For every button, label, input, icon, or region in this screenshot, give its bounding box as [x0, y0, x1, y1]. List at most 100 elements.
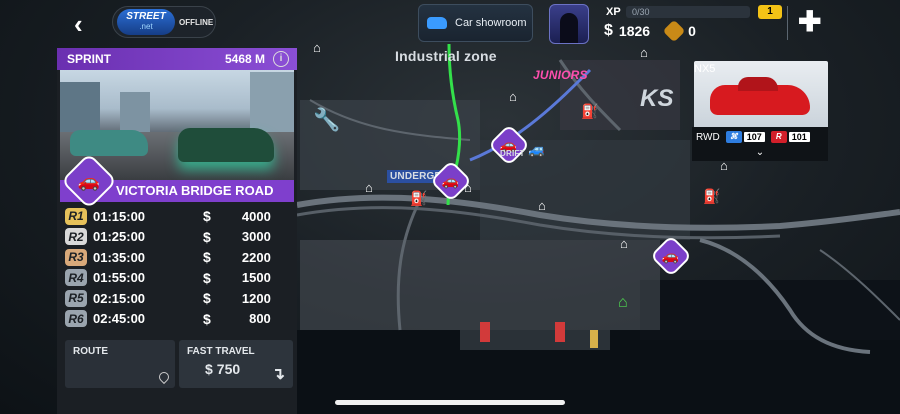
zone-label: Industrial zone: [395, 48, 497, 64]
tier-row: R6 02:45:00 $800: [65, 309, 297, 330]
avatar-silhouette: [560, 13, 578, 43]
tier-row: R2 01:25:00 $3000: [65, 227, 297, 248]
dollar-icon: $: [203, 249, 211, 266]
stat-rating-value: 101: [788, 132, 810, 142]
home-indicator[interactable]: [335, 400, 565, 405]
gold-icon: [662, 19, 686, 43]
tier-badge: R3: [65, 248, 87, 266]
fast-travel-button[interactable]: FAST TRAVEL $ 750 ↴: [179, 340, 293, 388]
house-icon[interactable]: ⌂: [509, 89, 517, 104]
xp-progress-bar: 0/30: [626, 6, 750, 18]
dollar-icon: $: [604, 22, 613, 39]
currency-display: $ 1826 0: [604, 19, 696, 43]
route-button[interactable]: ROUTE: [65, 340, 175, 388]
home-garage-icon[interactable]: ⌂: [618, 294, 628, 312]
selected-car-card[interactable]: NX5 RWD ⌘ 107 R 101 ⌄: [692, 57, 828, 161]
tier-reward-amount: 2200: [241, 249, 271, 265]
xp-label: XP: [606, 6, 621, 18]
avatar[interactable]: [549, 4, 589, 44]
logo-badge: STREET .net: [117, 9, 175, 35]
event-header: SPRINT 5468 M i: [57, 48, 297, 70]
tier-badge: R4: [65, 269, 87, 287]
tier-time: 02:15:00: [93, 290, 146, 306]
top-bar: ‹ STREET .net OFFLINE Car showroom XP 0/…: [0, 0, 900, 48]
drift-label: DRIFT: [500, 149, 525, 158]
tier-row: R3 01:35:00 $2200: [65, 247, 297, 268]
tier-time: 01:15:00: [93, 208, 146, 224]
car-icon: [427, 17, 447, 29]
fuel-icon[interactable]: ⛽: [581, 103, 598, 120]
house-icon[interactable]: ⌂: [620, 236, 628, 251]
tier-reward: $3000: [203, 229, 271, 245]
house-icon[interactable]: ⌂: [538, 198, 546, 213]
car-showroom-button[interactable]: Car showroom: [418, 4, 533, 42]
stat-performance: ⌘ 107: [725, 131, 765, 143]
tier-row: R1 01:15:00 $4000: [65, 206, 297, 227]
tier-reward-amount: 800: [249, 311, 271, 327]
tier-reward: $2200: [203, 249, 271, 265]
building: [250, 72, 294, 132]
tier-reward-amount: 4000: [241, 208, 271, 224]
fuel-icon[interactable]: ⛽: [703, 188, 720, 205]
divider: [787, 6, 788, 40]
tier-badge: R6: [65, 310, 87, 328]
chevron-down-icon[interactable]: ⌄: [692, 147, 828, 161]
street-net-logo[interactable]: STREET .net OFFLINE: [112, 6, 216, 38]
reward-tiers: R1 01:15:00 $4000 R2 01:25:00 $3000 R3 01:35:00…: [57, 202, 297, 329]
tier-time: 01:35:00: [93, 249, 146, 265]
dollar-icon: $: [203, 228, 211, 245]
tier-badge: R1: [65, 207, 87, 225]
house-icon[interactable]: ⌂: [464, 180, 472, 195]
tier-reward: $1500: [203, 270, 271, 286]
dollar-icon: $: [203, 269, 211, 286]
location-pin-icon: [156, 369, 172, 385]
fast-travel-amount: 750: [216, 361, 241, 377]
arrow-down-icon: ↴: [271, 366, 285, 383]
building: [120, 92, 150, 132]
tier-time: 01:55:00: [93, 270, 146, 286]
logo-main: STREET: [126, 11, 166, 22]
info-icon[interactable]: i: [273, 51, 289, 67]
offline-label: OFFLINE: [179, 17, 214, 27]
rival-car: [70, 130, 148, 156]
wrench-icon[interactable]: 🔧: [313, 107, 340, 133]
dollar-icon: $: [205, 361, 213, 377]
stat-chip-icon: ⌘: [725, 131, 742, 143]
tier-time: 02:45:00: [93, 311, 146, 327]
dollar-icon: $: [203, 208, 211, 225]
level-badge: 1: [758, 5, 782, 19]
back-icon[interactable]: ‹: [74, 9, 83, 40]
fast-travel-cost: $ 750: [187, 361, 285, 377]
tier-badge: R2: [65, 228, 87, 246]
route-label: ROUTE: [73, 346, 108, 357]
player-car: [178, 128, 274, 162]
drive-type: RWD: [696, 131, 720, 143]
logo-sub: .net: [139, 22, 153, 31]
juniors-label[interactable]: JUNIORS: [533, 68, 588, 82]
tier-reward-amount: 1500: [241, 270, 271, 286]
car-dealer-icon[interactable]: 🚙: [528, 141, 545, 158]
tier-row: R5 02:15:00 $1200: [65, 288, 297, 309]
building: [60, 82, 100, 132]
add-currency-icon[interactable]: ✚: [798, 8, 821, 36]
stat-performance-value: 107: [743, 132, 765, 142]
fuel-icon[interactable]: ⛽: [410, 190, 427, 207]
stat-chip-icon: R: [770, 131, 787, 143]
tier-badge: R5: [65, 289, 87, 307]
tier-reward: $4000: [203, 208, 271, 224]
dollar-icon: $: [203, 290, 211, 307]
red-car: [710, 77, 810, 115]
xp-progress-text: 0/30: [632, 7, 650, 17]
cash-amount: 1826: [618, 23, 651, 39]
fast-travel-label: FAST TRAVEL: [187, 346, 255, 357]
car-stats: RWD ⌘ 107 R 101: [692, 127, 828, 147]
car-icon: 🚗: [662, 247, 680, 264]
event-type: SPRINT: [67, 52, 112, 66]
house-icon[interactable]: ⌂: [365, 180, 373, 195]
car-icon: 🚗: [442, 172, 460, 189]
tier-reward: $1200: [203, 290, 271, 306]
car-icon: 🚗: [77, 170, 101, 191]
dollar-icon: $: [203, 310, 211, 327]
gold-amount: 0: [688, 23, 696, 39]
tier-row: R4 01:55:00 $1500: [65, 268, 297, 289]
